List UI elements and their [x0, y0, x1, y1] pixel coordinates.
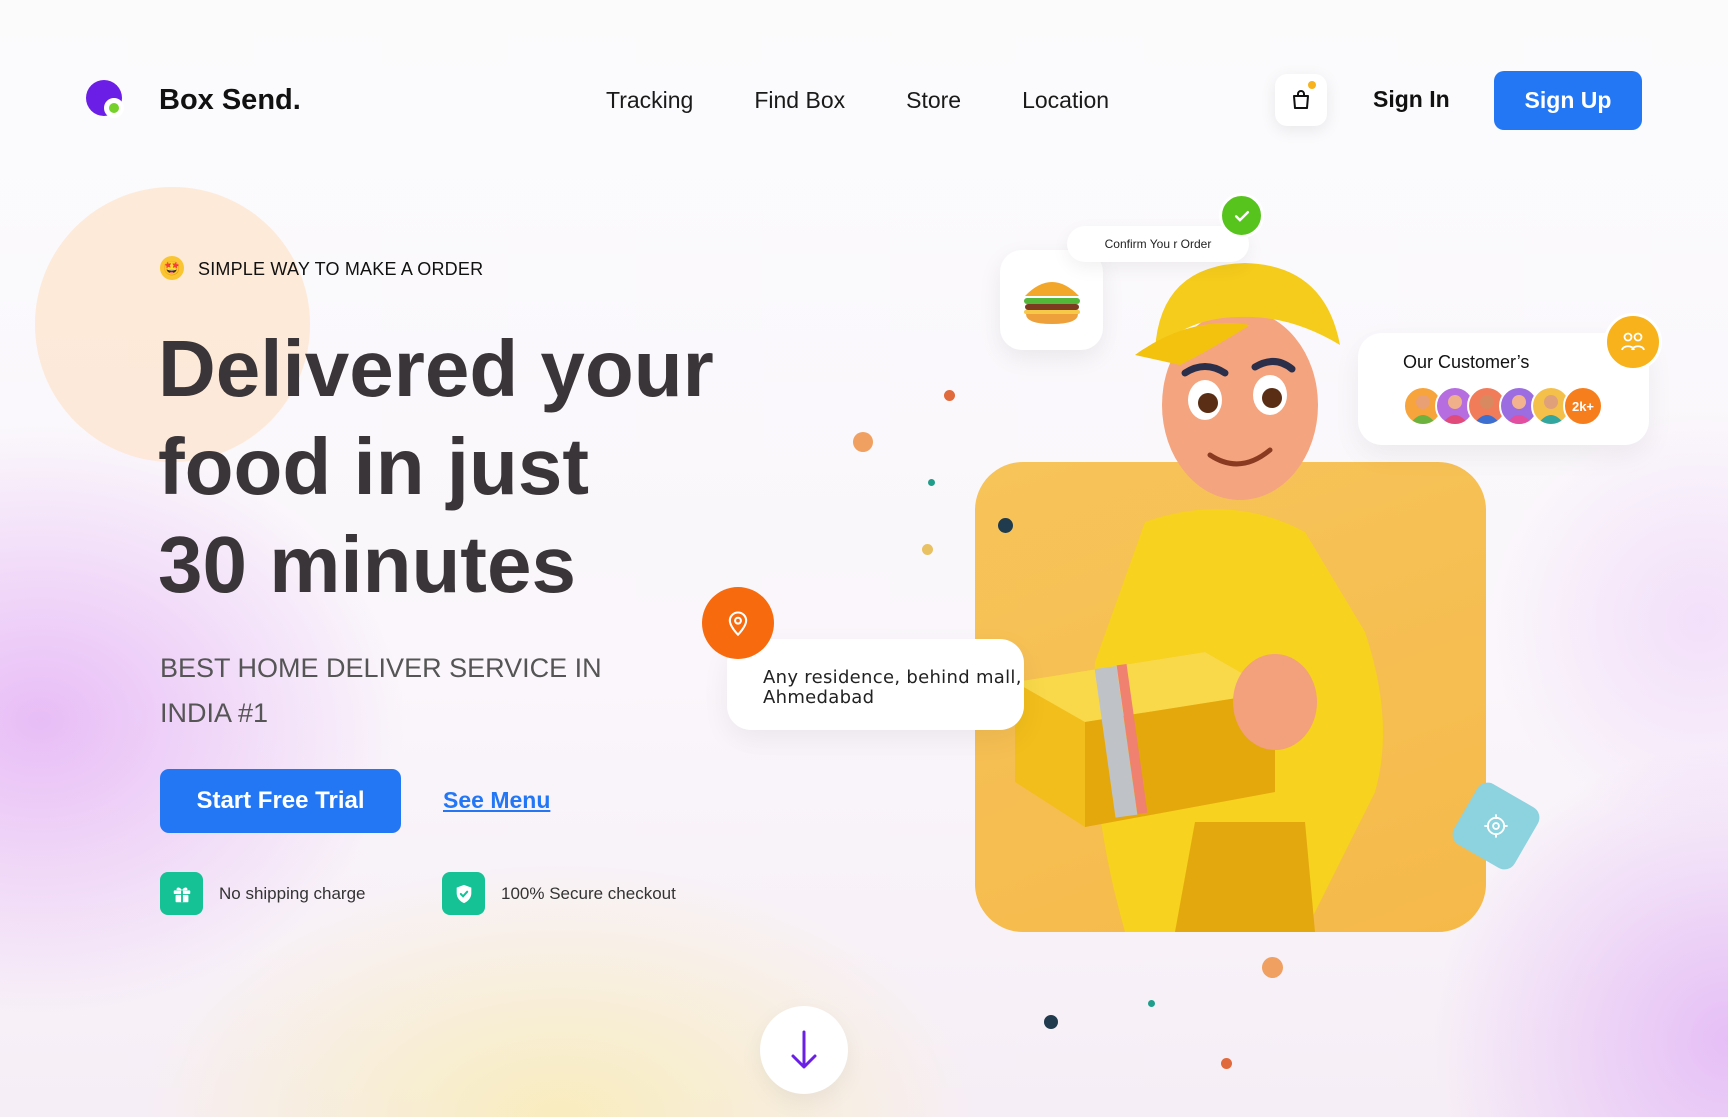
- address-line: Any residence, behind mall,: [763, 667, 1022, 688]
- see-menu-link[interactable]: See Menu: [443, 787, 550, 814]
- avatar-more-count: 2k+: [1563, 386, 1603, 426]
- start-free-trial-button[interactable]: Start Free Trial: [160, 769, 401, 833]
- hero-headline: Delivered your food in just 30 minutes: [158, 320, 778, 614]
- customer-avatars: 2k+: [1403, 386, 1603, 426]
- confirm-order-pill: Confirm You r Order: [1067, 226, 1249, 262]
- decorative-dot: [853, 432, 873, 452]
- feature-no-shipping: No shipping charge: [219, 884, 366, 903]
- nav-item-store[interactable]: Store: [906, 87, 961, 114]
- shopping-bag-icon: [1293, 90, 1309, 109]
- arrow-down-icon: [791, 1030, 817, 1069]
- hero-subheading: BEST HOME DELIVER SERVICE IN INDIA #1: [160, 646, 680, 736]
- subheading-line: INDIA #1: [160, 698, 269, 728]
- decorative-dot: [998, 518, 1013, 533]
- star-struck-emoji-icon: 🤩: [160, 256, 184, 280]
- logo-icon[interactable]: [86, 80, 132, 126]
- hero-image-card: [975, 462, 1486, 932]
- location-pin-icon: [702, 587, 774, 659]
- users-icon: [1604, 313, 1662, 371]
- decorative-dot: [1221, 1058, 1232, 1069]
- burger-icon: [1023, 282, 1080, 324]
- decorative-dot: [928, 479, 935, 486]
- scroll-down-button[interactable]: [760, 1006, 848, 1094]
- subheading-line: BEST HOME DELIVER SERVICE IN: [160, 653, 602, 683]
- nav-item-location[interactable]: Location: [1022, 87, 1109, 114]
- decorative-dot: [944, 390, 955, 401]
- delivery-man-head: [1135, 263, 1340, 500]
- burger-card: [1000, 250, 1103, 350]
- cart-button[interactable]: [1275, 74, 1327, 126]
- headline-line: Delivered your: [158, 324, 714, 413]
- hero-tagline: SIMPLE WAY TO MAKE A ORDER: [198, 259, 484, 279]
- sign-up-button[interactable]: Sign Up: [1494, 71, 1642, 130]
- decorative-dot: [1262, 957, 1283, 978]
- decorative-dot: [1044, 1015, 1058, 1029]
- main-nav: Tracking Find Box Store Location: [606, 87, 1109, 114]
- address-text: Any residence, behind mall, Ahmedabad: [763, 668, 1023, 708]
- nav-item-find-box[interactable]: Find Box: [754, 87, 845, 114]
- nav-item-tracking[interactable]: Tracking: [606, 87, 693, 114]
- check-circle-icon: [1219, 193, 1264, 238]
- gift-box-icon: [160, 872, 203, 915]
- headline-line: food in just: [158, 422, 590, 511]
- customers-title: Our Customer’s: [1403, 352, 1530, 372]
- feature-secure-checkout: 100% Secure checkout: [501, 884, 676, 903]
- cart-notification-dot: [1308, 81, 1316, 89]
- decorative-dot: [1148, 1000, 1155, 1007]
- decorative-dot: [922, 544, 933, 555]
- headline-line: 30 minutes: [158, 520, 576, 609]
- address-line: Ahmedabad: [763, 687, 875, 708]
- shield-check-icon: [442, 872, 485, 915]
- brand-name[interactable]: Box Send.: [159, 84, 301, 117]
- sign-in-link[interactable]: Sign In: [1373, 86, 1450, 113]
- delivery-man-illustration: [1015, 509, 1383, 932]
